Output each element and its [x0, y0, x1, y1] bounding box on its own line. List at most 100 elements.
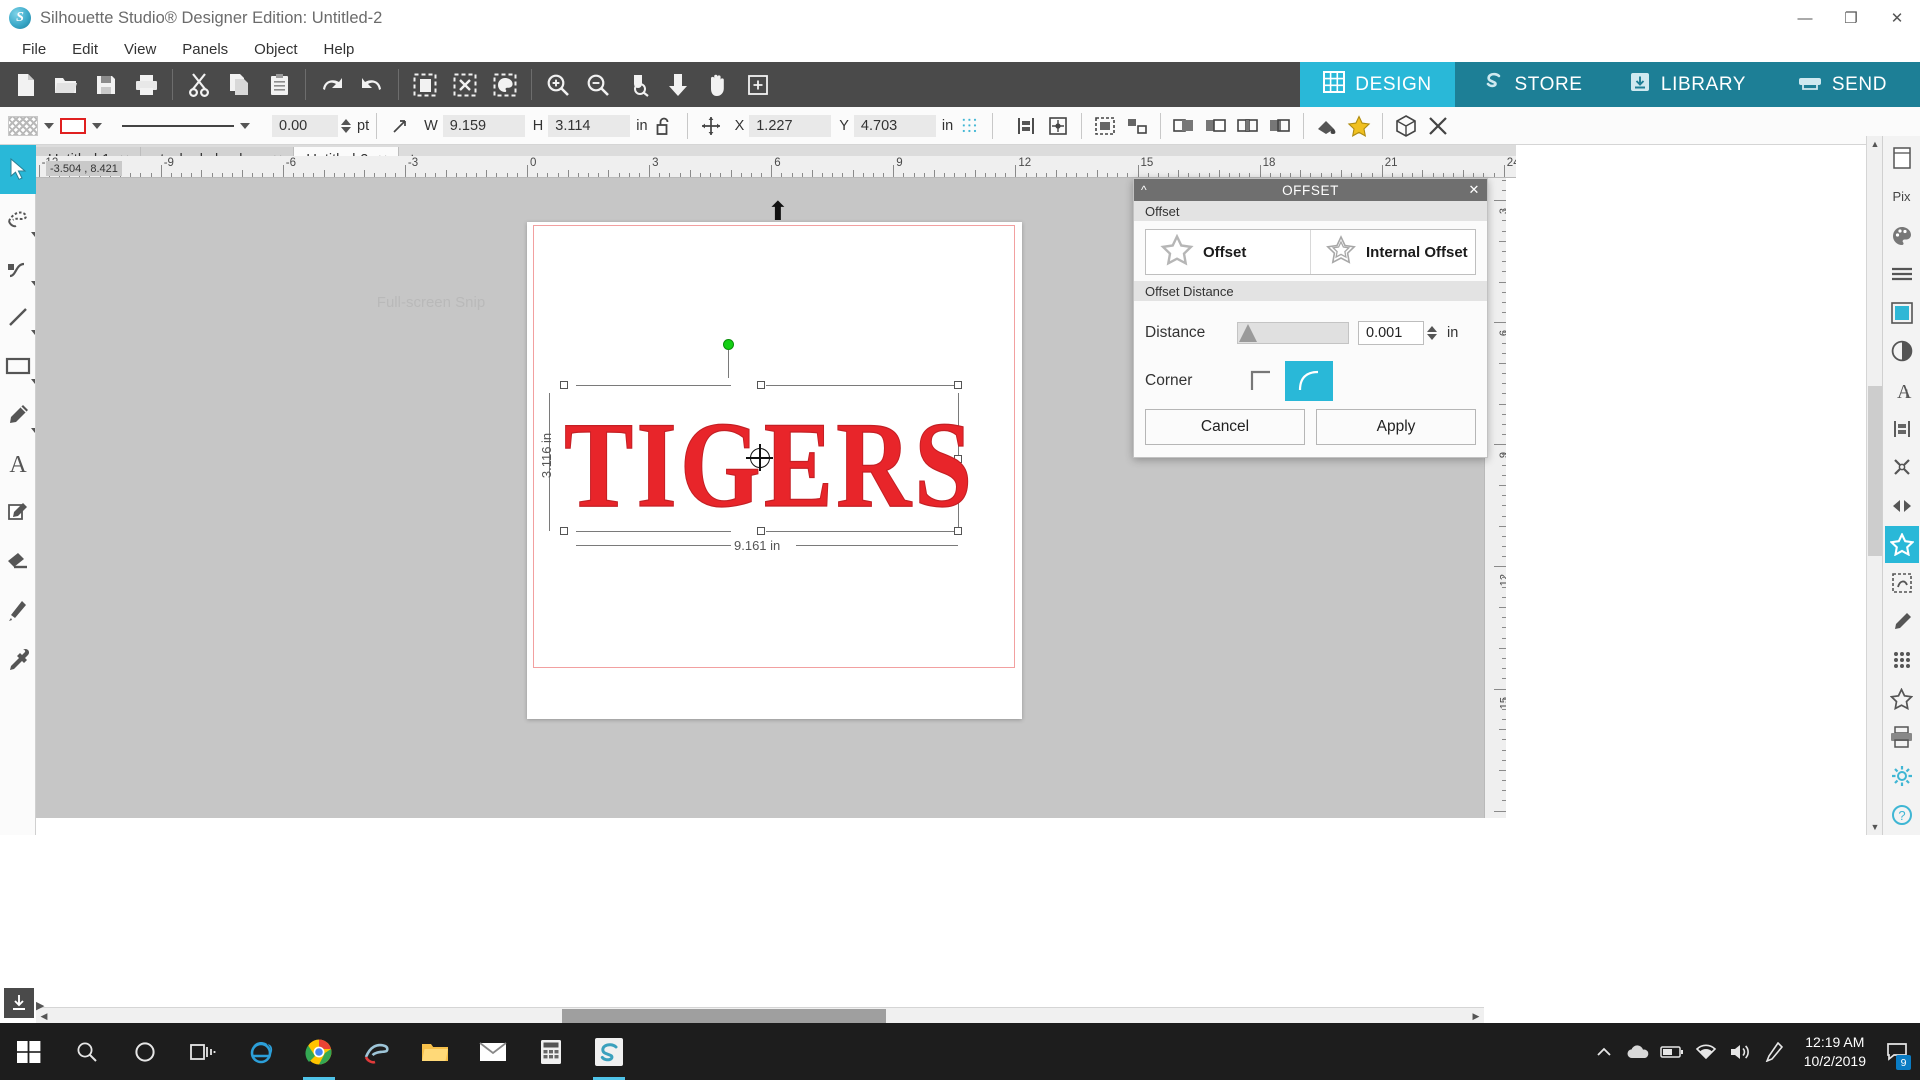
file-explorer-icon[interactable]	[406, 1023, 464, 1080]
volume-icon[interactable]	[1724, 1023, 1756, 1080]
calculator-icon[interactable]	[522, 1023, 580, 1080]
crop-icon[interactable]	[1264, 111, 1296, 141]
rhinestone-icon[interactable]	[1885, 642, 1919, 679]
height-field[interactable]: 3.114	[548, 114, 631, 137]
internet-explorer-icon[interactable]	[232, 1023, 290, 1080]
line-width-spinner[interactable]	[341, 118, 351, 133]
draw-freehand-tool[interactable]	[0, 390, 36, 439]
task-view-icon[interactable]	[174, 1023, 232, 1080]
minimize-button[interactable]: —	[1782, 0, 1828, 36]
deselect-all-icon[interactable]	[445, 65, 485, 105]
fit-to-page-icon[interactable]	[658, 65, 698, 105]
horizontal-scrollbar[interactable]: ◀ ▶	[36, 1007, 1484, 1023]
tab-design[interactable]: DESIGN	[1300, 62, 1455, 107]
group-icon[interactable]	[1089, 111, 1121, 141]
lock-open-icon[interactable]	[648, 111, 680, 141]
modify-panel-icon[interactable]	[1885, 449, 1919, 486]
line-style-preview[interactable]	[122, 124, 234, 127]
line-width-field[interactable]: 0.00	[272, 114, 338, 137]
round-corner-icon[interactable]	[1285, 361, 1333, 401]
fit-window-icon[interactable]	[738, 65, 778, 105]
library-drawer-button[interactable]	[4, 988, 34, 1018]
horizontal-scroll-thumb[interactable]	[562, 1009, 886, 1023]
silhouette-studio-taskbar-icon[interactable]	[348, 1023, 406, 1080]
pixscan-icon[interactable]: Pix	[1885, 179, 1919, 216]
zoom-in-icon[interactable]	[538, 65, 578, 105]
width-field[interactable]: 9.159	[442, 114, 525, 137]
distance-input[interactable]: 0.001	[1358, 321, 1424, 345]
menu-file[interactable]: File	[9, 38, 59, 61]
color-palette-icon[interactable]	[1885, 217, 1919, 254]
trace-icon[interactable]	[1885, 565, 1919, 602]
eraser-tool[interactable]	[0, 537, 36, 586]
subtract-icon[interactable]	[1200, 111, 1232, 141]
select-all-icon[interactable]	[405, 65, 445, 105]
menu-edit[interactable]: Edit	[59, 38, 111, 61]
sharp-corner-icon[interactable]	[1237, 361, 1285, 401]
rectangle-tool[interactable]	[0, 341, 36, 390]
center-target-icon[interactable]	[1042, 111, 1074, 141]
sketch-panel-icon[interactable]	[1885, 603, 1919, 640]
print-icon[interactable]	[126, 65, 166, 105]
align-icon[interactable]	[1010, 111, 1042, 141]
open-folder-icon[interactable]	[46, 65, 86, 105]
resize-handle-tc[interactable]	[757, 381, 765, 389]
internal-offset-button[interactable]: Internal Offset	[1310, 230, 1475, 274]
menu-object[interactable]: Object	[241, 38, 310, 61]
offset-button[interactable]: Offset	[1146, 230, 1310, 274]
menu-panels[interactable]: Panels	[169, 38, 241, 61]
ungroup-icon[interactable]	[1121, 111, 1153, 141]
paste-clipboard-icon[interactable]	[259, 65, 299, 105]
vertical-scroll-thumb[interactable]	[1868, 386, 1882, 556]
distance-slider[interactable]	[1237, 322, 1349, 344]
search-icon[interactable]	[58, 1023, 116, 1080]
battery-icon[interactable]	[1656, 1023, 1688, 1080]
vertical-scrollbar[interactable]: ▲ ▼	[1866, 136, 1882, 835]
redo-icon[interactable]	[352, 65, 392, 105]
cut-scissors-icon[interactable]	[179, 65, 219, 105]
menu-help[interactable]: Help	[311, 38, 368, 61]
move-crosshair-icon[interactable]	[695, 111, 727, 141]
page-setup-icon[interactable]	[1885, 140, 1919, 177]
print-panel-icon[interactable]	[1885, 719, 1919, 756]
save-icon[interactable]	[86, 65, 126, 105]
select-arrow-tool[interactable]	[0, 145, 36, 194]
zoom-out-icon[interactable]	[578, 65, 618, 105]
y-field[interactable]: 4.703	[853, 114, 936, 137]
scale-diagonal-icon[interactable]	[384, 111, 416, 141]
collapse-icon[interactable]: ^	[1141, 183, 1147, 197]
line-style-icon[interactable]	[1885, 256, 1919, 293]
align-panel-icon[interactable]	[1885, 410, 1919, 447]
close-panel-icon[interactable]	[1422, 111, 1454, 141]
weld-icon[interactable]	[1168, 111, 1200, 141]
text-tool[interactable]: A	[0, 439, 36, 488]
show-hidden-icons-chevron[interactable]	[1588, 1023, 1620, 1080]
draw-curve-tool[interactable]	[0, 243, 36, 292]
close-icon[interactable]: ✕	[1469, 182, 1481, 198]
replicate-icon[interactable]	[1885, 487, 1919, 524]
resize-handle-tr[interactable]	[954, 381, 962, 389]
fill-color-icon[interactable]	[1311, 111, 1343, 141]
transparency-icon[interactable]	[1885, 333, 1919, 370]
knife-edit-points-tool[interactable]	[0, 194, 36, 243]
pan-hand-icon[interactable]	[698, 65, 738, 105]
text-style-icon[interactable]: Al	[1885, 372, 1919, 409]
undo-icon[interactable]	[312, 65, 352, 105]
wifi-icon[interactable]	[1690, 1023, 1722, 1080]
artwork-text[interactable]: TIGERS	[563, 395, 975, 535]
fill-color-dropdown-caret[interactable]	[44, 122, 54, 129]
print-bleed-icon[interactable]	[1885, 681, 1919, 718]
star-offset-icon[interactable]	[1343, 111, 1375, 141]
cube-3d-icon[interactable]	[1390, 111, 1422, 141]
fill-color-swatch[interactable]	[8, 115, 38, 136]
copy-icon[interactable]	[219, 65, 259, 105]
taskbar-clock[interactable]: 12:19 AM 10/2/2019	[1792, 1033, 1878, 1071]
silhouette-app-icon[interactable]	[580, 1023, 638, 1080]
tab-library[interactable]: LIBRARY	[1610, 62, 1765, 107]
distance-spinner[interactable]	[1427, 326, 1437, 340]
line-color-dropdown-caret[interactable]	[92, 122, 102, 129]
select-by-color-icon[interactable]	[485, 65, 525, 105]
close-button[interactable]: ✕	[1874, 0, 1920, 36]
line-tool[interactable]	[0, 292, 36, 341]
mail-icon[interactable]	[464, 1023, 522, 1080]
